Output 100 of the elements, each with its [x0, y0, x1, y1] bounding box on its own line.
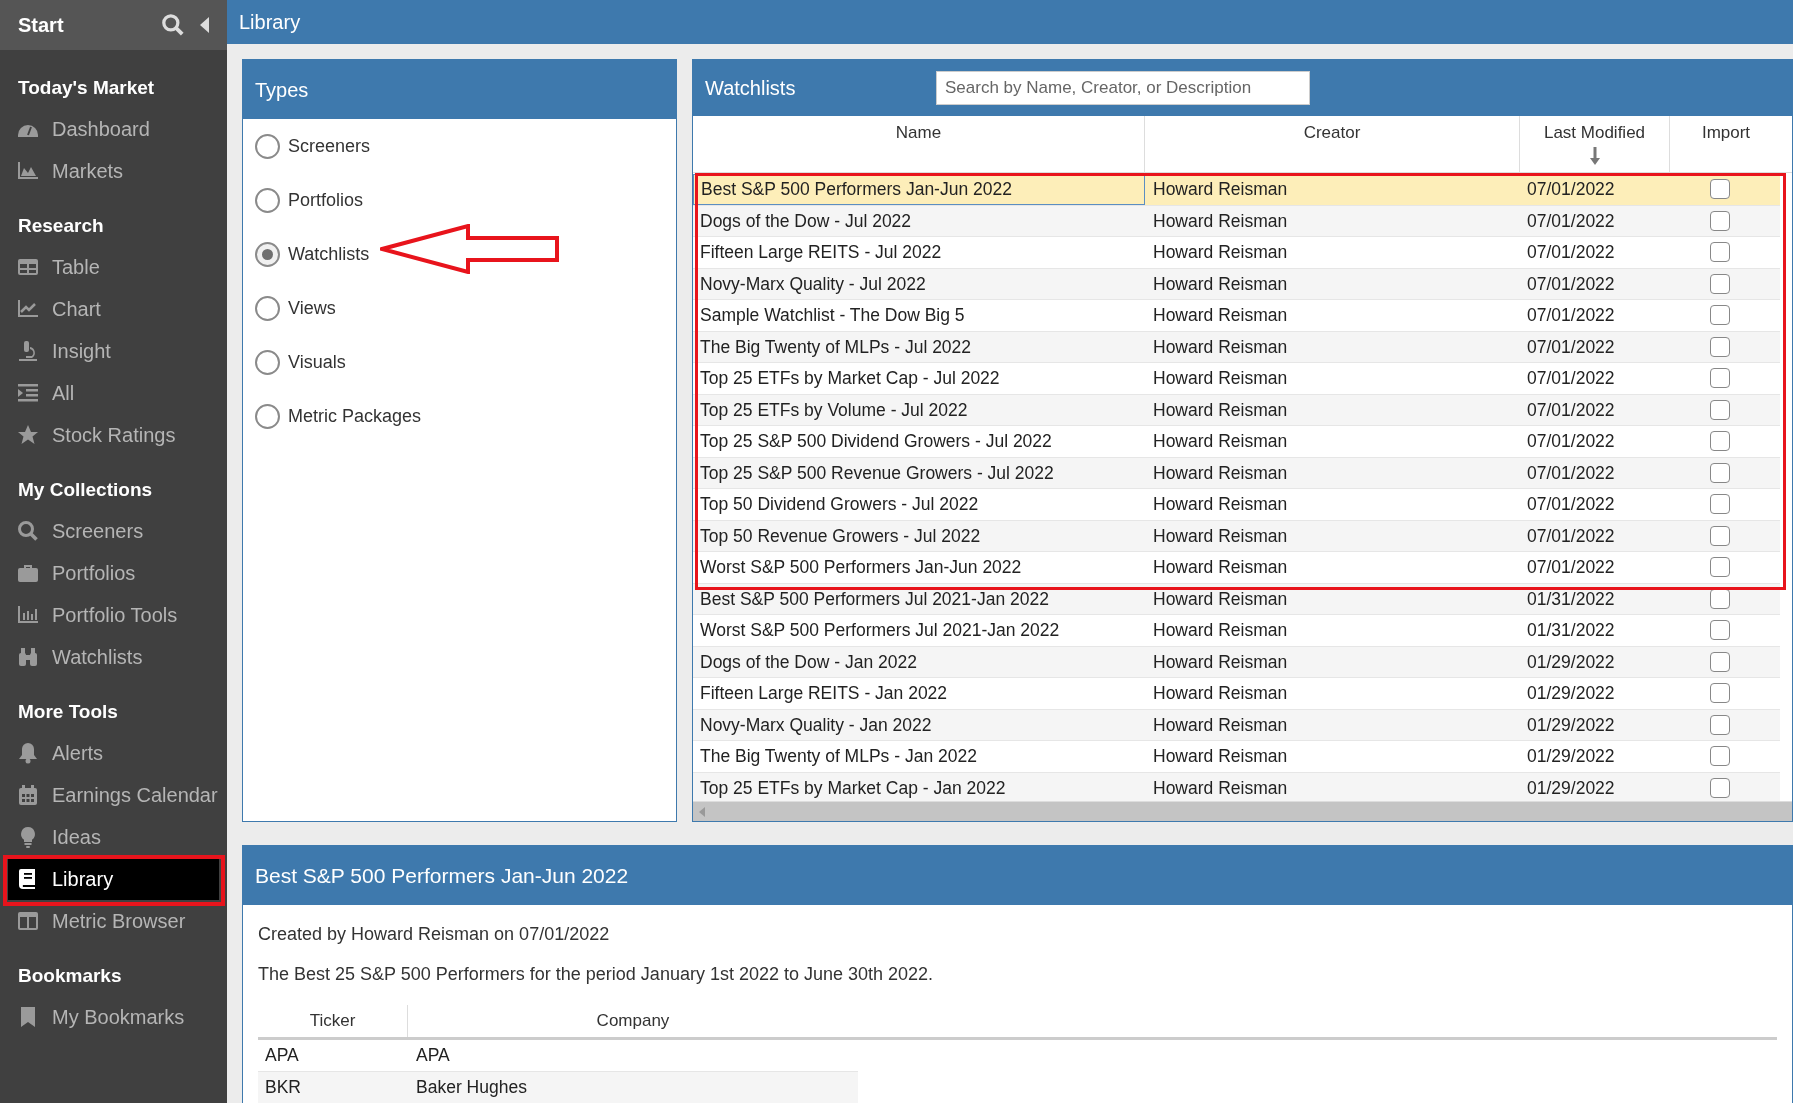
import-checkbox[interactable] [1710, 525, 1730, 546]
table-row[interactable]: Top 50 Revenue Growers - Jul 2022 Howard Reisman 07/01/2022 [693, 520, 1780, 552]
option-label: Metric Packages [288, 404, 422, 428]
radio-option[interactable]: Portfolios [243, 173, 676, 227]
import-checkbox[interactable] [1710, 683, 1730, 704]
table-cell-text: 07/01/2022 [1526, 304, 1616, 328]
table-cell-text: Howard Reisman [1152, 178, 1289, 202]
table-row[interactable]: Dogs of the Dow - Jan 2022 Howard Reisman 01/29/2022 [693, 646, 1780, 678]
search-field[interactable]: Search by Name, Creator, or Description [936, 71, 1310, 105]
section-heading: My Collections [17, 477, 154, 502]
import-checkbox[interactable] [1710, 620, 1730, 641]
sidebar-item[interactable]: Portfolios [0, 552, 227, 594]
column-header[interactable]: Name [693, 116, 1145, 172]
sidebar-item[interactable]: Library [8, 858, 219, 900]
sidebar-item[interactable]: Table [0, 246, 227, 288]
table-cell-text: Top 25 ETFs by Market Cap - Jul 2022 [699, 367, 1001, 391]
table-cell-text: Howard Reisman [1152, 713, 1289, 737]
sidebar-item[interactable]: Portfolio Tools [0, 594, 227, 636]
sidebar-item[interactable]: Metric Browser [0, 900, 227, 942]
table-cell-text: Novy-Marx Quality - Jan 2022 [699, 713, 933, 737]
panel-title: Watchlists [705, 76, 797, 101]
import-checkbox[interactable] [1710, 714, 1730, 735]
import-checkbox[interactable] [1710, 588, 1730, 609]
radio-option[interactable]: Screeners [243, 119, 676, 173]
column-header[interactable]: Last Modified [1520, 116, 1670, 172]
import-checkbox[interactable] [1710, 179, 1730, 200]
radio-button[interactable] [255, 241, 280, 267]
sort-arrow-icon[interactable] [1588, 145, 1601, 166]
column-header[interactable]: Creator [1145, 116, 1520, 172]
table-row[interactable]: The Big Twenty of MLPs - Jul 2022 Howard Reisman 07/01/2022 [693, 331, 1780, 363]
import-checkbox[interactable] [1710, 399, 1730, 420]
table-cell: Best S&P 500 Performers Jan-Jun 2022 [693, 174, 1145, 205]
import-checkbox[interactable] [1710, 242, 1730, 263]
sidebar-item[interactable]: All [0, 372, 227, 414]
table-row[interactable]: Top 25 ETFs by Volume - Jul 2022 Howard Reisman 07/01/2022 [693, 394, 1780, 426]
collapse-icon[interactable] [200, 17, 209, 33]
table-cell-text: Howard Reisman [1152, 682, 1289, 706]
radio-option[interactable]: Watchlists [243, 227, 676, 281]
table-cell-text: Howard Reisman [1152, 398, 1289, 422]
radio-button[interactable] [255, 295, 280, 321]
table-cell-text: 07/01/2022 [1526, 178, 1616, 202]
search-icon[interactable] [160, 12, 186, 38]
radio-option[interactable]: Views [243, 281, 676, 335]
table-row[interactable]: Dogs of the Dow - Jul 2022 Howard Reisman 07/01/2022 [693, 205, 1780, 237]
column-header[interactable]: Company [408, 1005, 858, 1037]
radio-button[interactable] [255, 133, 280, 159]
table-row[interactable]: BKR Baker Hughes [258, 1072, 858, 1103]
table-cell-text: 07/01/2022 [1526, 524, 1616, 548]
import-checkbox[interactable] [1710, 557, 1730, 578]
horizontal-scrollbar[interactable] [693, 801, 1792, 821]
table-row[interactable]: Novy-Marx Quality - Jan 2022 Howard Reisman 01/29/2022 [693, 709, 1780, 741]
table-cell-text: Worst S&P 500 Performers Jan-Jun 2022 [699, 556, 1023, 580]
import-checkbox[interactable] [1710, 431, 1730, 452]
sidebar-item[interactable]: Screeners [0, 510, 227, 552]
table-cell-text: Top 25 S&P 500 Revenue Growers - Jul 2022 [699, 461, 1055, 485]
sidebar-item[interactable]: Stock Ratings [0, 414, 227, 456]
table-row[interactable]: Novy-Marx Quality - Jul 2022 Howard Reisman 07/01/2022 [693, 268, 1780, 300]
sidebar-item[interactable]: Ideas [0, 816, 227, 858]
table-cell-text: Baker Hughes [415, 1076, 528, 1100]
sidebar-item[interactable]: Markets [0, 150, 227, 192]
radio-button[interactable] [255, 349, 280, 375]
import-checkbox[interactable] [1710, 210, 1730, 231]
sidebar-item[interactable]: Chart [0, 288, 227, 330]
table-cell-text: Top 25 ETFs by Market Cap - Jan 2022 [699, 776, 1007, 800]
import-checkbox[interactable] [1710, 462, 1730, 483]
import-checkbox[interactable] [1710, 651, 1730, 672]
table-cell-text: 07/01/2022 [1526, 367, 1616, 391]
table-cell-text: Howard Reisman [1152, 619, 1289, 643]
header-label: Creator [1303, 122, 1361, 144]
import-checkbox[interactable] [1710, 368, 1730, 389]
panel-title: Types [255, 77, 309, 103]
section-heading: Today's Market [17, 75, 156, 100]
import-checkbox[interactable] [1710, 336, 1730, 357]
import-checkbox[interactable] [1710, 273, 1730, 294]
table-cell-text: 01/29/2022 [1526, 650, 1616, 674]
table-cell-text: Worst S&P 500 Performers Jul 2021-Jan 2022 [699, 619, 1061, 643]
sidebar-item[interactable]: Watchlists [0, 636, 227, 678]
import-checkbox[interactable] [1710, 777, 1730, 798]
column-header[interactable]: Ticker [258, 1005, 408, 1037]
sidebar-item[interactable]: Alerts [0, 732, 227, 774]
sidebar-item[interactable]: Insight [0, 330, 227, 372]
sidebar-item[interactable]: Earnings Calendar [0, 774, 227, 816]
import-checkbox[interactable] [1710, 746, 1730, 767]
column-header[interactable]: Import [1670, 116, 1782, 172]
radio-option[interactable]: Visuals [243, 335, 676, 389]
table-cell-text: Best S&P 500 Performers Jul 2021-Jan 2022 [699, 587, 1050, 611]
description-text: The Best 25 S&P 500 Performers for the period January 1st 2022 to June 30th 2022. [258, 963, 935, 986]
import-checkbox[interactable] [1710, 305, 1730, 326]
radio-button[interactable] [255, 187, 280, 213]
table-row[interactable]: Best S&P 500 Performers Jan-Jun 2022 Howard Reisman 07/01/2022 [693, 174, 1780, 206]
sidebar-item[interactable]: My Bookmarks [0, 996, 227, 1038]
sidebar-item[interactable]: Dashboard [0, 108, 227, 150]
panel-title: Best S&P 500 Performers Jan-Jun 2022 [255, 862, 629, 889]
import-checkbox[interactable] [1710, 494, 1730, 515]
radio-option[interactable]: Metric Packages [243, 389, 676, 443]
table-row[interactable]: Top 25 ETFs by Market Cap - Jan 2022 Howard Reisman 01/29/2022 [693, 772, 1780, 802]
radio-button[interactable] [255, 403, 280, 429]
table-row[interactable]: Top 25 S&P 500 Revenue Growers - Jul 2022 Howard Reisman 07/01/2022 [693, 457, 1780, 489]
table-cell-text: Top 25 ETFs by Volume - Jul 2022 [699, 398, 969, 422]
page-title: Library [239, 10, 301, 35]
